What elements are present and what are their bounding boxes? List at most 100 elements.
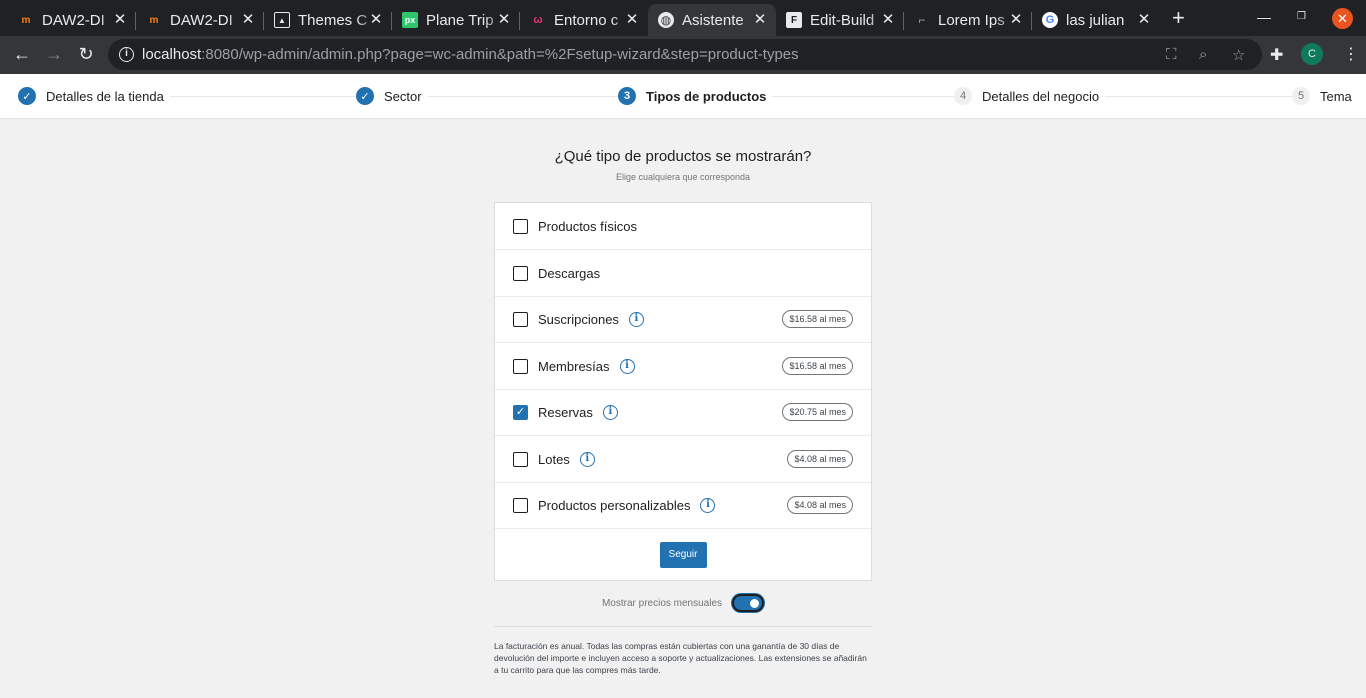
product-types-card: Productos físicos Descargas Suscripcione… bbox=[494, 202, 872, 581]
browser-tab[interactable]: ω Entorno c ✕ bbox=[520, 4, 648, 36]
product-type-row[interactable]: Suscripciones i $16.58 al mes bbox=[495, 296, 871, 343]
browser-tab[interactable]: G las julian ✕ bbox=[1032, 4, 1160, 36]
bookmark-star-icon[interactable]: ☆ bbox=[1232, 46, 1245, 64]
url-host: localhost bbox=[142, 46, 202, 63]
profile-avatar[interactable]: C bbox=[1301, 43, 1323, 65]
step-number: 4 bbox=[954, 87, 972, 105]
product-type-label: Suscripciones bbox=[538, 311, 619, 327]
toggle-knob bbox=[750, 599, 760, 608]
info-icon[interactable]: i bbox=[628, 311, 644, 327]
product-type-row[interactable]: Productos físicos bbox=[495, 203, 871, 250]
restore-icon[interactable]: ❐ bbox=[1297, 11, 1306, 22]
address-bar[interactable]: i localhost:8080/wp-admin/admin.php?page… bbox=[108, 39, 1262, 70]
price-badge: $4.08 al mes bbox=[787, 450, 853, 468]
product-type-label: Productos personalizables bbox=[538, 497, 691, 513]
browser-tab[interactable]: m DAW2-DI ✕ bbox=[136, 4, 264, 36]
price-badge: $16.58 al mes bbox=[782, 310, 853, 328]
product-type-checkbox[interactable] bbox=[513, 265, 528, 281]
checkmark-icon: ✓ bbox=[18, 87, 36, 105]
info-icon[interactable]: i bbox=[700, 497, 716, 513]
close-tab-icon[interactable]: ✕ bbox=[368, 11, 384, 29]
step-store-details[interactable]: ✓ Detalles de la tienda bbox=[18, 87, 170, 105]
product-type-label: Productos físicos bbox=[538, 218, 637, 234]
product-type-checkbox[interactable] bbox=[513, 218, 528, 234]
extensions-puzzle-icon[interactable]: ✚ bbox=[1270, 45, 1283, 65]
close-tab-icon[interactable]: ✕ bbox=[1136, 11, 1152, 29]
close-tab-icon[interactable]: ✕ bbox=[752, 11, 768, 29]
continue-button[interactable]: Seguir bbox=[659, 542, 707, 568]
translate-icon[interactable]: ⛶ bbox=[1166, 46, 1177, 63]
step-industry[interactable]: ✓ Sector bbox=[356, 87, 428, 105]
browser-menu-icon[interactable]: ⋮ bbox=[1343, 44, 1359, 64]
browser-tab[interactable]: F Edit-Build ✕ bbox=[776, 4, 904, 36]
reload-icon[interactable]: ↻ bbox=[75, 44, 97, 64]
window-close-icon[interactable]: ✕ bbox=[1332, 8, 1353, 29]
site-info-icon[interactable]: i bbox=[119, 47, 134, 62]
globe-icon: ◍ bbox=[658, 12, 674, 28]
browser-toolbar: ← → ↻ i localhost:8080/wp-admin/admin.ph… bbox=[0, 36, 1366, 74]
minimize-icon[interactable]: — bbox=[1257, 9, 1271, 25]
form-icon: F bbox=[786, 12, 802, 28]
product-type-checkbox[interactable] bbox=[513, 451, 528, 467]
product-type-row[interactable]: Descargas bbox=[495, 250, 871, 297]
info-icon[interactable]: i bbox=[619, 358, 635, 374]
close-tab-icon[interactable]: ✕ bbox=[880, 11, 896, 29]
monthly-prices-toggle-row: Mostrar precios mensuales bbox=[494, 593, 872, 613]
moodle-icon: m bbox=[21, 14, 31, 26]
new-tab-icon[interactable]: + bbox=[1172, 7, 1185, 29]
product-type-row[interactable]: Lotes i $4.08 al mes bbox=[495, 436, 871, 483]
price-badge: $4.08 al mes bbox=[787, 496, 853, 514]
moodle-icon: m bbox=[149, 14, 159, 26]
checkmark-icon: ✓ bbox=[356, 87, 374, 105]
price-badge: $16.58 al mes bbox=[782, 357, 853, 375]
step-number: 3 bbox=[618, 87, 636, 105]
close-tab-icon[interactable]: ✕ bbox=[112, 11, 128, 29]
product-type-label: Lotes bbox=[538, 451, 570, 467]
billing-fineprint: La facturación es anual. Todas las compr… bbox=[494, 641, 867, 675]
price-badge: $20.75 al mes bbox=[782, 403, 853, 421]
entorno-icon: ω bbox=[533, 14, 543, 26]
card-footer: Seguir bbox=[495, 529, 871, 581]
product-type-checkbox[interactable] bbox=[513, 311, 528, 327]
step-label: Tipos de productos bbox=[646, 88, 767, 104]
step-number: 5 bbox=[1292, 87, 1310, 105]
page-icon: ⌐ bbox=[918, 13, 926, 27]
page-subtitle: Elige cualquiera que corresponda bbox=[615, 172, 751, 182]
step-theme[interactable]: 5 Tema bbox=[1292, 87, 1358, 105]
step-product-types[interactable]: 3 Tipos de productos bbox=[618, 87, 773, 105]
product-type-label: Descargas bbox=[538, 265, 601, 281]
browser-tab[interactable]: px Plane Trip ✕ bbox=[392, 4, 520, 36]
monthly-prices-label: Mostrar precios mensuales bbox=[601, 597, 723, 609]
product-type-label: Membresías bbox=[538, 358, 610, 374]
close-tab-icon[interactable]: ✕ bbox=[240, 11, 256, 29]
browser-tab[interactable]: m DAW2-DI ✕ bbox=[8, 4, 136, 36]
back-arrow-icon[interactable]: ← bbox=[11, 44, 33, 64]
product-type-checkbox[interactable] bbox=[513, 497, 528, 513]
close-tab-icon[interactable]: ✕ bbox=[496, 11, 512, 29]
step-business-details[interactable]: 4 Detalles del negocio bbox=[954, 87, 1106, 105]
zoom-icon[interactable]: ⌕ bbox=[1199, 46, 1207, 63]
info-icon[interactable]: i bbox=[602, 404, 618, 420]
close-tab-icon[interactable]: ✕ bbox=[1008, 11, 1024, 29]
url-path: :8080/wp-admin/admin.php?page=wc-admin&p… bbox=[201, 46, 799, 63]
forward-arrow-icon[interactable]: → bbox=[43, 44, 65, 64]
close-tab-icon[interactable]: ✕ bbox=[624, 11, 640, 29]
browser-tab-active[interactable]: ◍ Asistente ✕ bbox=[648, 4, 776, 36]
product-type-row[interactable]: Productos personalizables i $4.08 al mes bbox=[495, 482, 871, 529]
product-type-checkbox[interactable] bbox=[513, 358, 528, 374]
browser-tab[interactable]: ▲ Themes C ✕ bbox=[264, 4, 392, 36]
product-type-row[interactable]: ✓ Reservas i $20.75 al mes bbox=[495, 389, 871, 436]
page-title: ¿Qué tipo de productos se mostrarán? bbox=[554, 148, 812, 165]
google-icon: G bbox=[1042, 12, 1058, 28]
step-label: Sector bbox=[384, 88, 422, 104]
product-type-row[interactable]: Membresías i $16.58 al mes bbox=[495, 343, 871, 390]
setup-wizard-stepper: ✓ Detalles de la tienda ✓ Sector 3 Tipos… bbox=[0, 74, 1366, 119]
browser-tab[interactable]: ⌐ Lorem Ips ✕ bbox=[904, 4, 1032, 36]
product-type-checkbox-checked[interactable]: ✓ bbox=[513, 404, 528, 420]
monthly-prices-toggle[interactable] bbox=[732, 594, 765, 612]
pixabay-icon: px bbox=[402, 12, 418, 28]
step-label: Detalles de la tienda bbox=[46, 88, 164, 104]
info-icon[interactable]: i bbox=[579, 451, 595, 467]
step-label: Tema bbox=[1320, 88, 1352, 104]
url-text[interactable]: localhost:8080/wp-admin/admin.php?page=w… bbox=[142, 46, 799, 63]
